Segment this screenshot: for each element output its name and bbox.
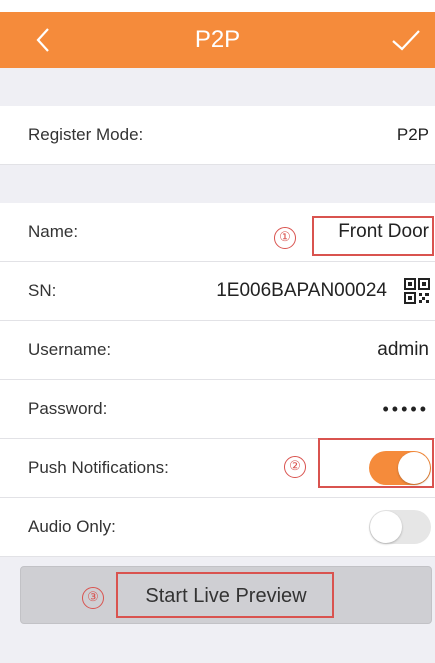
sn-label: SN: <box>28 281 57 300</box>
annotation-number-2: ② <box>284 456 306 478</box>
page-title: P2P <box>194 26 241 53</box>
username-value[interactable]: admin <box>377 321 429 379</box>
annotation-number-3: ③ <box>82 587 104 609</box>
audio-only-toggle[interactable] <box>369 510 431 544</box>
annotation-box-toggle <box>318 438 434 488</box>
register-mode-value: P2P <box>396 125 429 144</box>
username-label: Username: <box>28 340 112 359</box>
username-row[interactable]: Username: admin <box>0 321 435 380</box>
annotation-number-1: ① <box>274 227 296 249</box>
annotation-box-button <box>116 572 334 618</box>
checkmark-icon[interactable] <box>389 24 423 56</box>
password-label: Password: <box>28 399 108 418</box>
register-mode-label: Register Mode: <box>28 125 144 144</box>
audio-only-label: Audio Only: <box>28 517 116 536</box>
toggle-knob <box>370 511 402 543</box>
push-notifications-label: Push Notifications: <box>28 458 169 477</box>
section-gap <box>0 165 435 203</box>
password-value[interactable]: ••••• <box>382 380 429 438</box>
sn-row[interactable]: SN: 1E006BAPAN00024 <box>0 262 435 321</box>
audio-only-row: Audio Only: <box>0 498 435 557</box>
section-gap <box>0 68 435 106</box>
sn-value[interactable]: 1E006BAPAN00024 <box>216 262 387 320</box>
register-mode-row[interactable]: Register Mode: P2P <box>0 106 435 165</box>
top-bar: P2P <box>0 12 435 68</box>
annotation-box-name <box>312 216 434 256</box>
name-label: Name: <box>28 222 79 241</box>
qr-code-icon[interactable] <box>403 277 431 305</box>
status-area <box>0 0 435 12</box>
password-row[interactable]: Password: ••••• <box>0 380 435 439</box>
